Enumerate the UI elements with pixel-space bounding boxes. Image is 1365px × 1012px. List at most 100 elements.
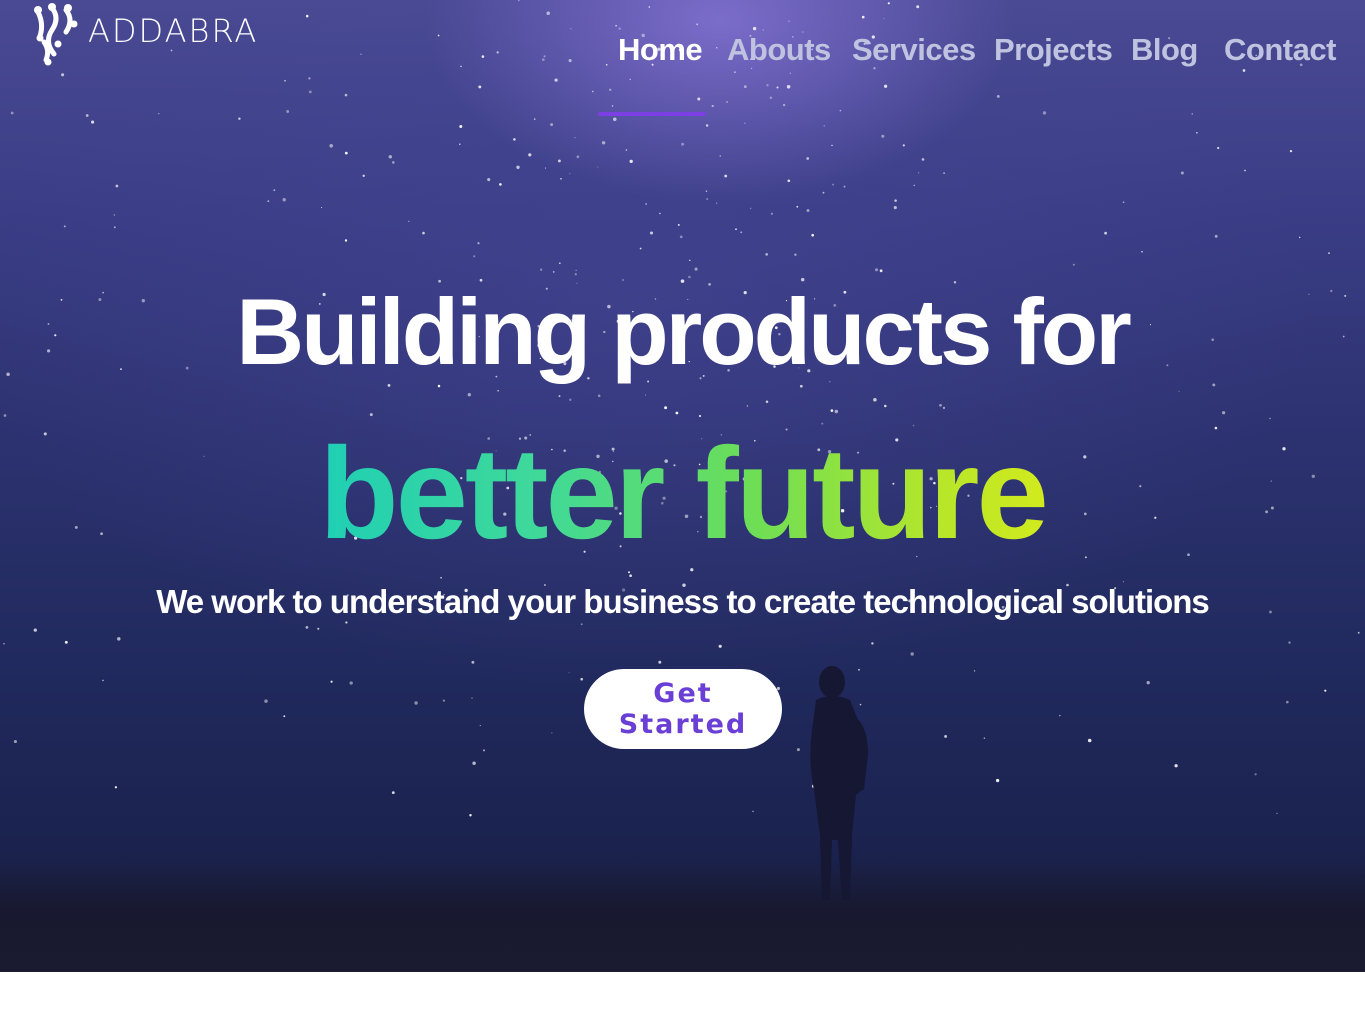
star (944, 734, 948, 738)
star (629, 159, 633, 164)
star (770, 212, 773, 215)
nav-item-abouts[interactable]: Abouts (727, 32, 831, 68)
star (1059, 714, 1061, 717)
star (1324, 689, 1327, 692)
star (627, 571, 631, 574)
star (560, 178, 562, 180)
star (63, 225, 66, 228)
star (769, 96, 773, 99)
star (558, 395, 561, 398)
star (1276, 812, 1278, 814)
star (554, 78, 558, 82)
star (422, 231, 425, 235)
star (996, 94, 1000, 98)
star (697, 97, 701, 101)
star (706, 197, 709, 201)
star (440, 576, 442, 579)
nav-item-contact[interactable]: Contact (1224, 32, 1336, 68)
star (459, 143, 461, 145)
star (580, 623, 583, 626)
star (1141, 251, 1143, 253)
star (918, 172, 920, 174)
star (1242, 69, 1246, 72)
nav-item-services[interactable]: Services (852, 32, 976, 68)
hero-section: ADDABRA Home Abouts Services Projects Bl… (0, 0, 1365, 972)
star (3, 643, 5, 645)
star (995, 778, 1000, 783)
star (874, 268, 879, 272)
star (597, 394, 601, 398)
addabra-logo-icon (34, 3, 78, 66)
star (473, 255, 476, 258)
star (469, 814, 472, 817)
star (679, 235, 683, 239)
star (305, 14, 309, 18)
brand-name: ADDABRA (88, 12, 259, 50)
star (1299, 236, 1301, 239)
star (659, 212, 661, 215)
star (391, 791, 395, 795)
star (1178, 390, 1180, 392)
star (823, 125, 825, 127)
star (1087, 738, 1092, 743)
star (658, 660, 662, 664)
star (284, 79, 286, 82)
star (305, 626, 309, 629)
star (552, 271, 555, 273)
star (939, 403, 942, 407)
star (580, 677, 583, 681)
star (711, 104, 714, 108)
star (893, 206, 897, 210)
star (388, 155, 393, 159)
star (570, 28, 572, 30)
nav-item-blog[interactable]: Blog (1131, 32, 1198, 68)
star (789, 72, 792, 75)
star (806, 209, 810, 212)
star (516, 165, 520, 169)
nav-item-projects[interactable]: Projects (994, 32, 1113, 68)
star (822, 191, 825, 194)
star (408, 220, 410, 223)
star (360, 53, 362, 55)
star (392, 161, 395, 164)
star (776, 86, 779, 89)
star (557, 159, 561, 163)
star (344, 151, 348, 155)
star (574, 137, 576, 139)
get-started-button[interactable]: Get Started (584, 669, 782, 749)
star (694, 267, 698, 271)
star (113, 214, 116, 216)
star (735, 228, 737, 231)
star (831, 144, 833, 147)
star (64, 640, 68, 644)
star (629, 78, 631, 81)
star (459, 125, 463, 128)
star (558, 262, 561, 265)
star (740, 231, 743, 234)
star (1288, 641, 1291, 644)
star (1217, 146, 1220, 150)
star (499, 183, 502, 186)
star (921, 158, 925, 161)
star (513, 138, 516, 141)
star (576, 155, 580, 159)
star (601, 141, 606, 145)
star (765, 253, 769, 256)
star (85, 114, 89, 117)
nav-item-home[interactable]: Home (618, 32, 703, 68)
star (743, 85, 747, 89)
star (794, 253, 797, 256)
star (613, 117, 617, 122)
star (786, 85, 791, 89)
star (91, 120, 95, 124)
star (629, 574, 632, 578)
star (349, 681, 353, 685)
star (843, 185, 846, 188)
brand-logo[interactable]: ADDABRA (30, 2, 258, 66)
star (317, 627, 320, 630)
star (286, 110, 290, 113)
star (648, 6, 651, 8)
star (746, 405, 749, 407)
star (10, 111, 14, 115)
star (481, 55, 485, 58)
